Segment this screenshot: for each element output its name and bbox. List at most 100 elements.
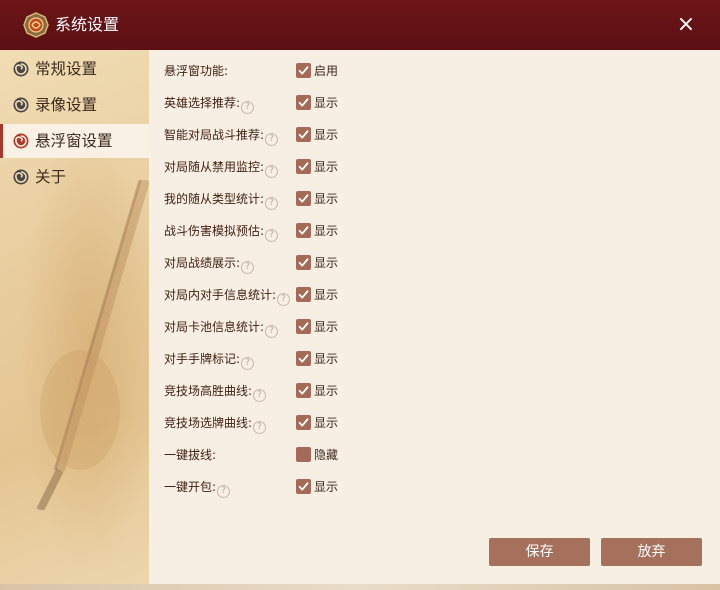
help-icon[interactable]: ? bbox=[241, 101, 255, 114]
checkmark-icon bbox=[298, 354, 309, 363]
checkmark-icon bbox=[298, 226, 309, 235]
sidebar-item-recording[interactable]: 录像设置 bbox=[0, 88, 149, 122]
sidebar-item-label: 悬浮窗设置 bbox=[35, 132, 113, 150]
help-icon[interactable]: ? bbox=[265, 133, 279, 146]
sidebar-item-label: 常规设置 bbox=[35, 60, 98, 78]
setting-label-text: 一键开包: bbox=[164, 480, 217, 494]
checkbox-label: 显示 bbox=[314, 192, 339, 206]
checkmark-icon bbox=[298, 290, 309, 299]
setting-row: 竞技场选牌曲线:? 显示 bbox=[149, 411, 720, 435]
sidebar-item-about[interactable]: 关于 bbox=[0, 160, 149, 194]
checkbox-checked[interactable] bbox=[296, 351, 311, 366]
checkbox-label: 隐藏 bbox=[314, 448, 339, 462]
setting-row: 对手手牌标记:? 显示 bbox=[149, 347, 720, 371]
setting-label: 智能对局战斗推荐:? bbox=[164, 127, 279, 146]
help-icon[interactable]: ? bbox=[265, 165, 279, 178]
app-logo-icon bbox=[23, 12, 49, 38]
checkbox-checked[interactable] bbox=[296, 127, 311, 142]
setting-row: 对局战绩展示:? 显示 bbox=[149, 251, 720, 275]
checkbox-unchecked[interactable] bbox=[296, 447, 311, 462]
help-icon[interactable]: ? bbox=[241, 357, 255, 370]
setting-label: 对局随从禁用监控:? bbox=[164, 159, 279, 178]
close-icon: × bbox=[676, 12, 696, 37]
checkbox-label: 显示 bbox=[314, 288, 339, 302]
setting-row: 对局卡池信息统计:? 显示 bbox=[149, 315, 720, 339]
checkbox-label: 显示 bbox=[314, 160, 339, 174]
sidebar-item-general[interactable]: 常规设置 bbox=[0, 52, 149, 86]
setting-label-text: 悬浮窗功能: bbox=[164, 64, 229, 78]
checkmark-icon bbox=[298, 482, 309, 491]
checkbox-checked[interactable] bbox=[296, 383, 311, 398]
checkbox-checked[interactable] bbox=[296, 255, 311, 270]
setting-label-text: 对局卡池信息统计: bbox=[164, 320, 265, 334]
setting-label: 竞技场选牌曲线:? bbox=[164, 415, 267, 434]
help-icon[interactable]: ? bbox=[241, 261, 255, 274]
setting-label: 悬浮窗功能: bbox=[164, 63, 228, 79]
help-icon[interactable]: ? bbox=[265, 325, 279, 338]
checkmark-icon bbox=[298, 258, 309, 267]
checkbox-checked[interactable] bbox=[296, 63, 311, 78]
checkbox-label: 显示 bbox=[314, 384, 339, 398]
setting-label-text: 对局内对手信息统计: bbox=[164, 288, 277, 302]
checkbox-checked[interactable] bbox=[296, 223, 311, 238]
checkbox-label: 显示 bbox=[314, 128, 339, 142]
setting-label: 一键拔线: bbox=[164, 447, 216, 463]
checkbox-checked[interactable] bbox=[296, 287, 311, 302]
checkbox-label: 显示 bbox=[314, 224, 339, 238]
checkmark-icon bbox=[298, 386, 309, 395]
setting-row: 英雄选择推荐:? 显示 bbox=[149, 91, 720, 115]
setting-label: 对局战绩展示:? bbox=[164, 255, 255, 274]
close-button[interactable]: × bbox=[676, 12, 696, 37]
checkmark-icon bbox=[298, 130, 309, 139]
swirl-icon bbox=[13, 61, 29, 77]
help-icon[interactable]: ? bbox=[217, 485, 231, 498]
save-button[interactable]: 保存 bbox=[489, 538, 590, 566]
setting-label: 战斗伤害模拟预估:? bbox=[164, 223, 279, 242]
checkbox-checked[interactable] bbox=[296, 159, 311, 174]
window-bottom-edge bbox=[0, 584, 720, 590]
title-bar: 系统设置 × bbox=[0, 0, 720, 50]
checkbox-checked[interactable] bbox=[296, 191, 311, 206]
checkmark-icon bbox=[298, 98, 309, 107]
help-icon[interactable]: ? bbox=[265, 197, 279, 210]
setting-label-text: 智能对局战斗推荐: bbox=[164, 128, 265, 142]
help-icon[interactable]: ? bbox=[265, 229, 279, 242]
checkbox-checked[interactable] bbox=[296, 319, 311, 334]
checkbox-label: 显示 bbox=[314, 416, 339, 430]
discard-button[interactable]: 放弃 bbox=[601, 538, 702, 566]
setting-label-text: 一键拔线: bbox=[164, 448, 217, 462]
sidebar-item-label: 录像设置 bbox=[35, 96, 98, 114]
checkbox-checked[interactable] bbox=[296, 479, 311, 494]
checkmark-icon bbox=[298, 194, 309, 203]
help-icon[interactable]: ? bbox=[277, 293, 291, 306]
checkbox-checked[interactable] bbox=[296, 95, 311, 110]
settings-panel: 悬浮窗功能: 启用 英雄选择推荐:? 显示 智能对局战斗推荐:? 显示 对局随从禁用监控:?… bbox=[149, 50, 720, 584]
setting-row: 战斗伤害模拟预估:? 显示 bbox=[149, 219, 720, 243]
setting-label: 对手手牌标记:? bbox=[164, 351, 255, 370]
swirl-icon bbox=[13, 133, 29, 149]
setting-row: 悬浮窗功能: 启用 bbox=[149, 59, 720, 83]
setting-row: 对局随从禁用监控:? 显示 bbox=[149, 155, 720, 179]
setting-row: 智能对局战斗推荐:? 显示 bbox=[149, 123, 720, 147]
checkmark-icon bbox=[298, 66, 309, 75]
help-icon[interactable]: ? bbox=[253, 389, 267, 402]
checkbox-checked[interactable] bbox=[296, 415, 311, 430]
sidebar: 常规设置 录像设置 悬浮窗设置 关于 bbox=[0, 50, 150, 584]
checkmark-icon bbox=[298, 418, 309, 427]
window-title: 系统设置 bbox=[55, 15, 120, 34]
checkbox-label: 显示 bbox=[314, 320, 339, 334]
setting-label-text: 对局战绩展示: bbox=[164, 256, 241, 270]
setting-label: 一键开包:? bbox=[164, 479, 231, 498]
setting-label-text: 英雄选择推荐: bbox=[164, 96, 241, 110]
setting-label: 英雄选择推荐:? bbox=[164, 95, 255, 114]
setting-label-text: 竞技场高胜曲线: bbox=[164, 384, 253, 398]
settings-window: 系统设置 × 常规设置 录像设置 悬浮窗设置 关于 悬浮窗功能: 启用 英雄选择… bbox=[0, 0, 720, 590]
setting-label: 我的随从类型统计:? bbox=[164, 191, 279, 210]
sidebar-item-overlay[interactable]: 悬浮窗设置 bbox=[0, 124, 149, 158]
sidebar-item-label: 关于 bbox=[35, 168, 67, 186]
setting-label-text: 战斗伤害模拟预估: bbox=[164, 224, 265, 238]
help-icon[interactable]: ? bbox=[253, 421, 267, 434]
setting-label-text: 竞技场选牌曲线: bbox=[164, 416, 253, 430]
setting-label: 对局内对手信息统计:? bbox=[164, 287, 291, 306]
checkbox-label: 显示 bbox=[314, 256, 339, 270]
